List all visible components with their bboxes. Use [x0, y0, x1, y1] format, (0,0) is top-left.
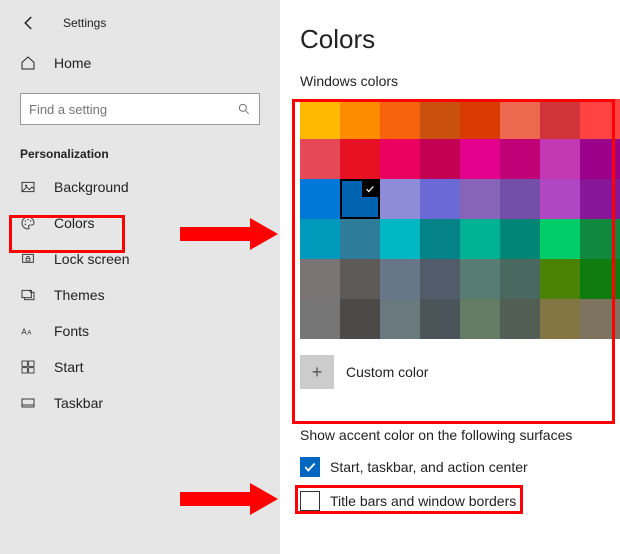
color-swatch[interactable] [540, 219, 580, 259]
color-swatch[interactable] [420, 219, 460, 259]
color-swatch[interactable] [460, 179, 500, 219]
color-swatch[interactable] [420, 139, 460, 179]
color-swatch[interactable] [580, 259, 620, 299]
fonts-icon: AA [20, 323, 36, 339]
color-swatch[interactable] [420, 179, 460, 219]
sidebar-item-colors[interactable]: Colors [0, 205, 280, 241]
checkbox-start-taskbar[interactable]: Start, taskbar, and action center [300, 457, 620, 477]
plus-icon[interactable]: + [300, 355, 334, 389]
color-swatch[interactable] [580, 219, 620, 259]
nav-label: Themes [54, 287, 105, 303]
color-swatch-grid [300, 99, 620, 339]
color-swatch[interactable] [540, 99, 580, 139]
search-box[interactable] [20, 93, 260, 125]
color-swatch[interactable] [540, 259, 580, 299]
color-swatch[interactable] [420, 299, 460, 339]
color-swatch[interactable] [340, 259, 380, 299]
nav-label: Fonts [54, 323, 89, 339]
color-swatch[interactable] [540, 139, 580, 179]
taskbar-icon [20, 395, 36, 411]
window-title: Settings [63, 16, 106, 30]
sidebar-item-fonts[interactable]: AA Fonts [0, 313, 280, 349]
color-swatch[interactable] [460, 99, 500, 139]
custom-color-label: Custom color [346, 364, 428, 380]
color-swatch[interactable] [460, 259, 500, 299]
svg-text:A: A [21, 327, 27, 336]
color-swatch[interactable] [580, 299, 620, 339]
search-input[interactable] [21, 102, 259, 117]
back-icon[interactable] [20, 14, 38, 32]
color-swatch[interactable] [300, 179, 340, 219]
topbar: Settings [0, 0, 280, 45]
color-swatch[interactable] [300, 259, 340, 299]
checkbox-titlebars[interactable]: Title bars and window borders [300, 491, 620, 511]
color-swatch[interactable] [500, 99, 540, 139]
color-swatch[interactable] [500, 139, 540, 179]
color-swatch[interactable] [380, 179, 420, 219]
color-swatch[interactable] [340, 179, 380, 219]
color-swatch[interactable] [540, 299, 580, 339]
checkbox-icon[interactable] [300, 457, 320, 477]
color-swatch[interactable] [500, 299, 540, 339]
color-swatch[interactable] [580, 179, 620, 219]
nav-label: Start [54, 359, 84, 375]
color-swatch[interactable] [300, 99, 340, 139]
main: Colors Windows colors + Custom color Sho… [280, 0, 620, 554]
lock-icon [20, 251, 36, 267]
page-title: Colors [300, 24, 620, 55]
windows-colors-heading: Windows colors [300, 73, 620, 89]
color-swatch[interactable] [540, 179, 580, 219]
sidebar-section-label: Personalization [20, 147, 280, 161]
palette-icon [20, 215, 36, 231]
sidebar-item-lockscreen[interactable]: Lock screen [0, 241, 280, 277]
color-swatch[interactable] [300, 299, 340, 339]
svg-text:A: A [27, 330, 31, 336]
home-icon [20, 55, 36, 71]
checkbox-label: Title bars and window borders [330, 493, 516, 509]
color-swatch[interactable] [340, 299, 380, 339]
color-swatch[interactable] [420, 99, 460, 139]
sidebar: Settings Home Personalization Background… [0, 0, 280, 554]
nav-label: Colors [54, 215, 94, 231]
color-swatch[interactable] [460, 299, 500, 339]
color-swatch[interactable] [580, 139, 620, 179]
nav-label: Lock screen [54, 251, 129, 267]
color-swatch[interactable] [460, 219, 500, 259]
nav-label: Background [54, 179, 129, 195]
search-icon [237, 102, 251, 116]
sidebar-item-taskbar[interactable]: Taskbar [0, 385, 280, 421]
color-swatch[interactable] [380, 299, 420, 339]
color-swatch[interactable] [580, 99, 620, 139]
color-swatch[interactable] [340, 99, 380, 139]
color-swatch[interactable] [380, 139, 420, 179]
home-label: Home [54, 55, 91, 71]
accent-heading: Show accent color on the following surfa… [300, 427, 620, 443]
color-swatch[interactable] [500, 179, 540, 219]
sidebar-item-background[interactable]: Background [0, 169, 280, 205]
color-swatch[interactable] [340, 219, 380, 259]
color-swatch[interactable] [420, 259, 460, 299]
sidebar-item-themes[interactable]: Themes [0, 277, 280, 313]
themes-icon [20, 287, 36, 303]
color-swatch[interactable] [380, 219, 420, 259]
color-swatch[interactable] [380, 259, 420, 299]
color-swatch[interactable] [340, 139, 380, 179]
sidebar-item-start[interactable]: Start [0, 349, 280, 385]
color-swatch[interactable] [300, 219, 340, 259]
start-icon [20, 359, 36, 375]
checkbox-label: Start, taskbar, and action center [330, 459, 528, 475]
color-swatch[interactable] [500, 259, 540, 299]
checkbox-icon[interactable] [300, 491, 320, 511]
color-swatch[interactable] [300, 139, 340, 179]
color-swatch[interactable] [380, 99, 420, 139]
check-icon [362, 181, 378, 197]
color-swatch[interactable] [500, 219, 540, 259]
picture-icon [20, 179, 36, 195]
nav-label: Taskbar [54, 395, 103, 411]
nav-home[interactable]: Home [0, 45, 280, 81]
custom-color-row[interactable]: + Custom color [300, 355, 620, 389]
color-swatch[interactable] [460, 139, 500, 179]
